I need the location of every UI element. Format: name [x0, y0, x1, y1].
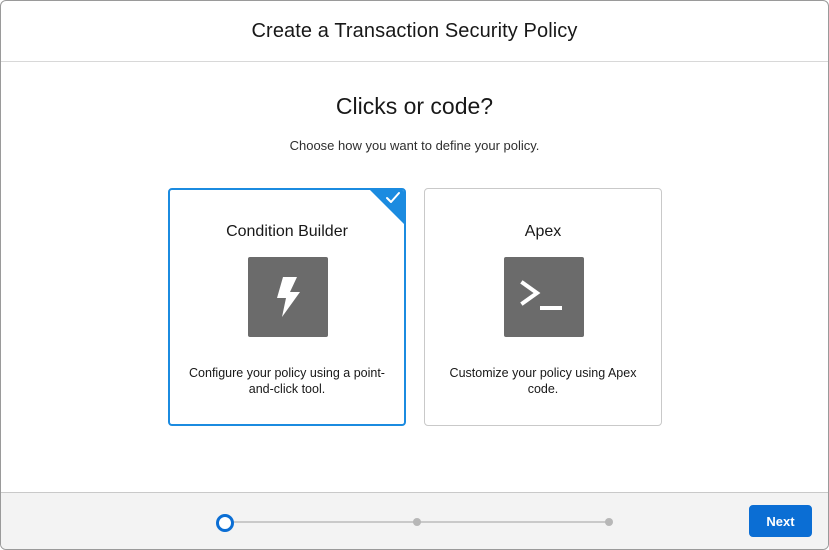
page-subtitle: Choose how you want to define your polic… — [289, 138, 540, 153]
progress-step[interactable] — [413, 518, 421, 526]
option-description: Configure your policy using a point-and-… — [189, 366, 385, 396]
modal-title: Create a Transaction Security Policy — [251, 19, 578, 42]
option-title: Apex — [524, 223, 562, 240]
lightning-bolt-icon — [248, 257, 328, 337]
condition-builder-option-card[interactable]: Condition Builder Configure your policy … — [168, 188, 406, 426]
modal-dialog: Create a Transaction Security Policy Cli… — [0, 0, 829, 550]
apex-option-card[interactable]: Apex Customize your policy using Apex co… — [424, 188, 662, 426]
progress-track-segment — [230, 521, 414, 523]
progress-step[interactable] — [605, 518, 613, 526]
progress-step-current[interactable] — [216, 514, 234, 532]
option-title: Condition Builder — [226, 223, 348, 240]
modal-footer: Next — [1, 492, 828, 549]
option-description: Customize your policy using Apex code. — [449, 366, 637, 396]
checkmark-icon — [386, 192, 400, 203]
next-button[interactable]: Next — [749, 505, 812, 537]
progress-track-segment — [420, 521, 606, 523]
terminal-prompt-icon — [504, 257, 584, 337]
modal-header: Create a Transaction Security Policy — [1, 1, 828, 62]
page-title: Clicks or code? — [335, 93, 494, 119]
